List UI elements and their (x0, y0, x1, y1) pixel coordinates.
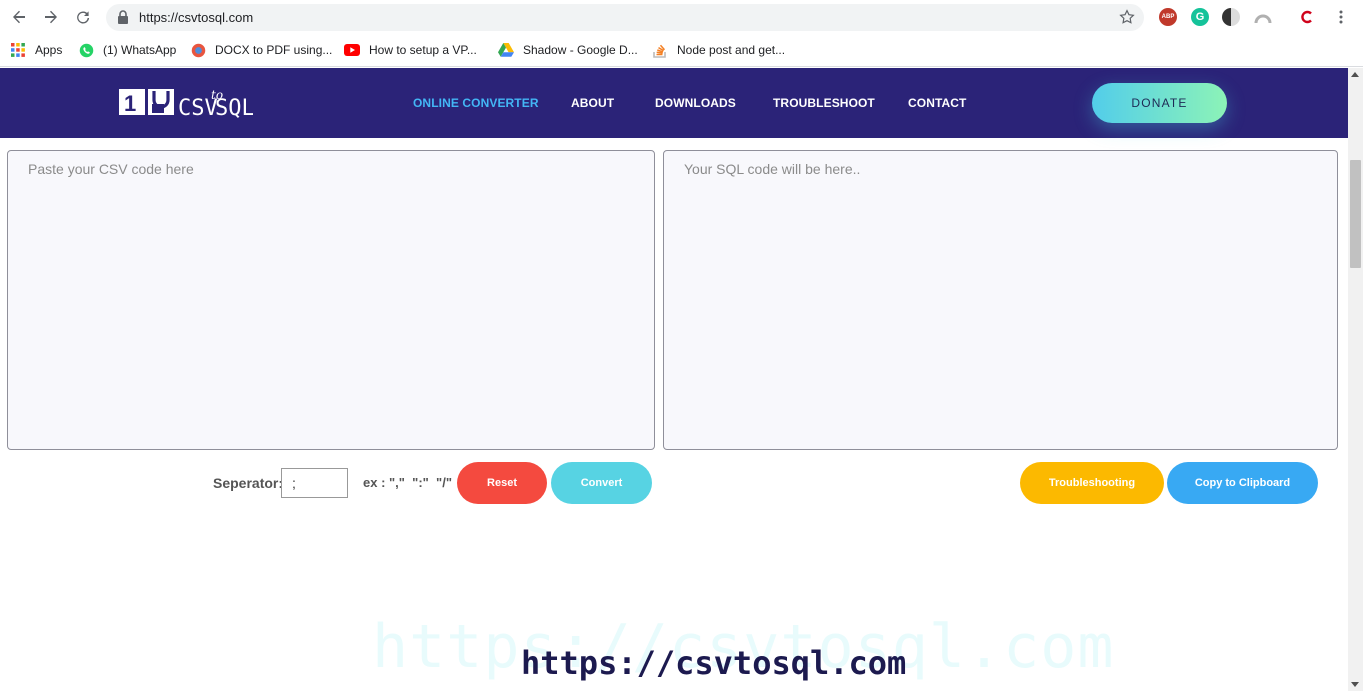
youtube-icon (344, 42, 360, 58)
scroll-down-arrow-icon[interactable] (1351, 682, 1359, 687)
scroll-thumb[interactable] (1350, 160, 1361, 268)
site-header: 1 CSV to SQL ONLINE CONVERTER ABOUT DOWN… (0, 68, 1348, 138)
bookmark-shadow[interactable]: Shadow - Google D... (498, 41, 638, 59)
c-extension-icon[interactable] (1298, 8, 1316, 26)
browser-toolbar: https://csvtosql.com ABP G (0, 0, 1363, 34)
lock-icon (117, 10, 129, 29)
nav-online-converter[interactable]: ONLINE CONVERTER (413, 96, 539, 110)
address-bar[interactable]: https://csvtosql.com (106, 4, 1144, 31)
nav-contact[interactable]: CONTACT (908, 96, 966, 110)
google-drive-icon (498, 42, 514, 58)
csv-input[interactable] (7, 150, 655, 450)
reload-icon[interactable] (72, 6, 94, 28)
separator-input[interactable] (281, 468, 348, 498)
docx-pdf-icon (190, 42, 206, 58)
bookmark-label: Shadow - Google D... (523, 43, 638, 57)
back-arrow-icon[interactable] (8, 6, 30, 28)
bookmark-label: (1) WhatsApp (103, 43, 177, 57)
apps-grid-icon (10, 42, 26, 58)
rainbow-extension-icon[interactable] (1254, 8, 1272, 26)
menu-kebab-icon[interactable] (1332, 8, 1350, 26)
separator-example: ex : "," ":" "/" (363, 475, 452, 490)
bookmark-label: DOCX to PDF using... (215, 43, 333, 57)
sql-output[interactable] (663, 150, 1338, 450)
nav-downloads[interactable]: DOWNLOADS (655, 96, 736, 110)
url-text: https://csvtosql.com (139, 10, 254, 25)
scroll-up-arrow-icon[interactable] (1351, 72, 1359, 77)
bookmark-whatsapp[interactable]: (1) WhatsApp (78, 41, 176, 59)
bookmark-label: Node post and get... (677, 43, 786, 57)
svg-text:1: 1 (124, 91, 136, 116)
dark-mode-extension-icon[interactable] (1222, 8, 1240, 26)
site-logo[interactable]: 1 CSV to SQL (119, 87, 255, 121)
svg-text:SQL: SQL (215, 96, 253, 119)
nav-troubleshoot[interactable]: TROUBLESHOOT (773, 96, 875, 110)
bookmark-label: How to setup a VP... (369, 43, 477, 57)
bookmarks-bar: Apps (1) WhatsApp DOCX to PDF using... H… (0, 34, 1363, 67)
bookmark-docx-pdf[interactable]: DOCX to PDF using... (190, 41, 332, 59)
bookmark-label: Apps (35, 43, 63, 57)
forward-arrow-icon[interactable] (40, 6, 62, 28)
copy-to-clipboard-button[interactable]: Copy to Clipboard (1167, 462, 1318, 504)
bookmark-node-post[interactable]: Node post and get... (652, 41, 785, 59)
separator-label: Seperator: (213, 475, 284, 491)
bookmark-vps[interactable]: How to setup a VP... (344, 41, 477, 59)
stackoverflow-icon (652, 42, 668, 58)
whatsapp-icon (78, 42, 94, 58)
troubleshooting-button[interactable]: Troubleshooting (1020, 462, 1164, 504)
bookmark-star-icon[interactable] (1118, 8, 1136, 31)
reset-button[interactable]: Reset (457, 462, 547, 504)
convert-button[interactable]: Convert (551, 462, 652, 504)
donate-button[interactable]: DONATE (1092, 83, 1227, 123)
adblock-extension-icon[interactable]: ABP (1159, 8, 1177, 26)
grammarly-extension-icon[interactable]: G (1191, 8, 1209, 26)
nav-about[interactable]: ABOUT (571, 96, 614, 110)
page-scrollbar[interactable] (1348, 68, 1363, 691)
bookmark-apps[interactable]: Apps (10, 41, 62, 59)
watermark-url: https://csvtosql.com (521, 644, 907, 682)
